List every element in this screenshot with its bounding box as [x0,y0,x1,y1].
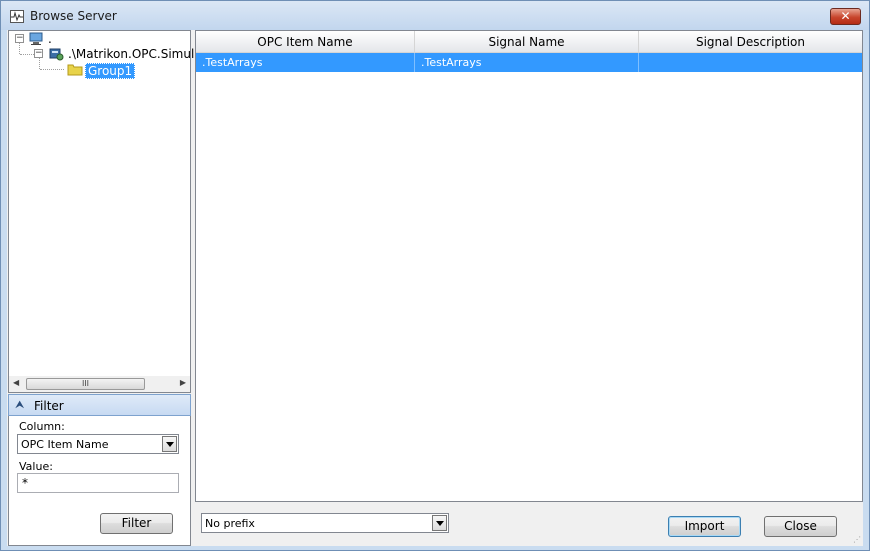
computer-icon [29,32,43,45]
scroll-thumb[interactable]: III [26,378,145,390]
tree-root-label[interactable]: . [48,32,52,46]
window-title: Browse Server [30,9,117,23]
collapse-chevron-icon[interactable]: ⮝ [15,398,24,412]
import-button[interactable]: Import [668,516,741,537]
window-app-icon [10,10,24,23]
dialog-client-area: − . − .\Matrikon.OPC.Simulati Group1 ◀ I… [7,30,863,546]
column-select-value: OPC Item Name [21,438,109,451]
column-select[interactable]: OPC Item Name [17,434,179,454]
value-label: Value: [19,460,53,473]
items-grid[interactable]: OPC Item Name Signal Name Signal Descrip… [195,30,863,502]
tree-server-label[interactable]: .\Matrikon.OPC.Simulati [68,47,210,61]
filter-value-text: * [22,476,28,490]
filter-panel-body: Column: OPC Item Name Value: * Filter [8,416,191,546]
tree-connector [19,43,20,54]
column-header-signal-description[interactable]: Signal Description [639,31,862,53]
cell-signal-description[interactable] [639,53,862,72]
scroll-left-icon[interactable]: ◀ [13,378,19,387]
prefix-select-value: No prefix [205,517,255,530]
cell-signal-name[interactable]: .TestArrays [415,53,639,72]
chevron-down-icon[interactable] [432,515,447,531]
filter-button[interactable]: Filter [100,513,173,534]
opc-server-icon [49,48,64,61]
title-bar[interactable]: Browse Server ✕ [1,1,869,30]
column-header-opc-item-name[interactable]: OPC Item Name [196,31,415,53]
window-close-button[interactable]: ✕ [830,8,861,25]
browse-server-window: Browse Server ✕ − . − .\Matrikon.OPC.Sim… [0,0,870,551]
tree-connector [39,58,40,69]
column-header-signal-name[interactable]: Signal Name [415,31,639,53]
tree-horizontal-scrollbar[interactable]: ◀ III ▶ [8,376,191,393]
cell-opc-item-name[interactable]: .TestArrays [196,53,415,72]
filter-panel-header[interactable]: ⮝ Filter [8,394,191,416]
tree-group-label[interactable]: Group1 [85,63,136,79]
scroll-right-icon[interactable]: ▶ [180,378,186,387]
tree-server-expander[interactable]: − [34,49,43,58]
filter-panel-title: Filter [34,399,64,413]
grid-header: OPC Item Name Signal Name Signal Descrip… [196,31,862,53]
prefix-select[interactable]: No prefix [201,513,449,533]
tree-root-expander[interactable]: − [15,34,24,43]
server-tree-view[interactable]: − . − .\Matrikon.OPC.Simulati Group1 [8,30,210,390]
tree-connector [20,54,34,55]
close-button[interactable]: Close [764,516,837,537]
column-label: Column: [19,420,65,433]
table-row[interactable]: .TestArrays .TestArrays [196,53,862,72]
filter-value-input[interactable]: * [17,473,179,493]
resize-grip-icon[interactable]: ⋰ [853,535,861,544]
folder-icon [67,64,83,76]
chevron-down-icon[interactable] [162,436,177,452]
tree-connector [40,69,64,70]
